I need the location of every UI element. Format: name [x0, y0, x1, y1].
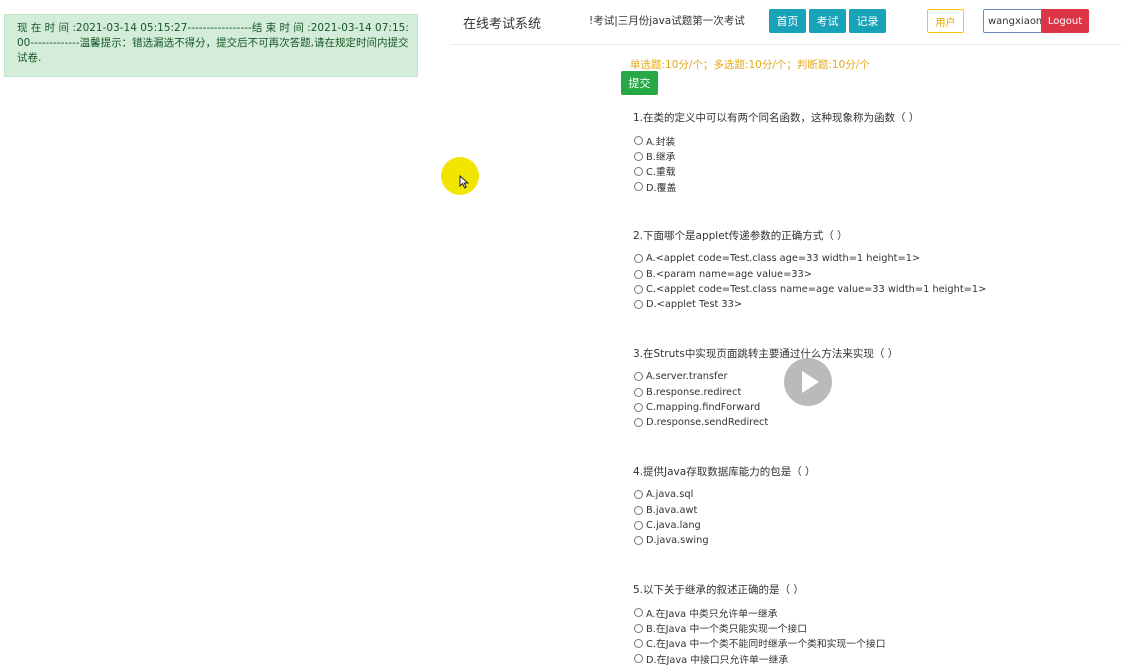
question-text: 3.在Struts中实现页面跳转主要通过什么方法来实现（ ） [633, 348, 899, 360]
option-d[interactable]: D.response.sendRedirect [633, 415, 1103, 430]
play-icon[interactable] [784, 358, 832, 406]
radio-button[interactable] [634, 136, 643, 146]
option-label: B.response.redirect [646, 386, 742, 398]
question-5: 5.以下关于继承的叙述正确的是（ ） A.在Java 中类只允许单一继承 B.在… [633, 583, 1103, 667]
option-c[interactable]: C.mapping.findForward [633, 400, 1103, 415]
option-label: A.在Java 中类只允许单一继承 [646, 608, 778, 620]
option-b[interactable]: B.在Java 中一个类只能实现一个接口 [633, 620, 1103, 635]
exam-title: !考试|三月份java试题第一次考试 [589, 15, 745, 27]
radio-button[interactable] [634, 520, 643, 530]
radio-button[interactable] [634, 490, 643, 500]
option-label: C.<applet code=Test.class name=age value… [646, 283, 987, 295]
option-c[interactable]: C.在Java 中一个类不能同时继承一个类和实现一个接口 [633, 636, 1103, 651]
radio-button[interactable] [634, 402, 643, 412]
question-1: 1.在类的定义中可以有两个同名函数，这种现象称为函数（ ） A.封装 B.继承 … [633, 111, 1103, 195]
option-label: D.java.swing [646, 535, 709, 547]
radio-button[interactable] [634, 166, 643, 176]
radio-button[interactable] [634, 638, 643, 648]
home-button[interactable]: 首页 [769, 9, 806, 33]
brand-title[interactable]: 在线考试系统 [463, 13, 541, 32]
submit-button[interactable]: 提交 [621, 71, 658, 95]
option-b[interactable]: B.<param name=age value=33> [633, 266, 1103, 281]
record-button[interactable]: 记录 [849, 9, 886, 33]
question-4: 4.提供Java存取数据库能力的包是（ ） A.java.sql B.java.… [633, 465, 1103, 549]
option-c[interactable]: C.java.lang [633, 518, 1103, 533]
option-label: D.覆盖 [646, 182, 677, 194]
user-button[interactable]: 用户 [927, 9, 964, 33]
option-label: A.server.transfer [646, 371, 728, 383]
radio-button[interactable] [634, 623, 643, 633]
option-label: D.<applet Test 33> [646, 299, 743, 311]
option-a[interactable]: A.<applet code=Test.class age=33 width=1… [633, 251, 1103, 266]
option-label: A.封装 [646, 136, 676, 148]
radio-button[interactable] [634, 418, 643, 428]
question-text: 2.下面哪个是applet传递参数的正确方式（ ） [633, 230, 848, 242]
option-d[interactable]: D.<applet Test 33> [633, 297, 1103, 312]
radio-button[interactable] [634, 284, 643, 294]
question-text: 4.提供Java存取数据库能力的包是（ ） [633, 466, 816, 478]
option-label: A.<applet code=Test.class age=33 width=1… [646, 253, 921, 265]
option-b[interactable]: B.继承 [633, 148, 1103, 163]
option-label: B.java.awt [646, 504, 698, 516]
option-label: B.在Java 中一个类只能实现一个接口 [646, 624, 808, 636]
radio-button[interactable] [634, 151, 643, 161]
option-c[interactable]: C.<applet code=Test.class name=age value… [633, 282, 1103, 297]
top-navbar: 在线考试系统 !考试|三月份java试题第一次考试 首页 考试 记录 用户 Lo… [450, 0, 1121, 45]
radio-button[interactable] [634, 254, 643, 264]
option-label: C.mapping.findForward [646, 401, 761, 413]
radio-button[interactable] [634, 372, 643, 382]
exam-page: 现 在 时 间 :2021-03-14 05:15:27------------… [0, 0, 1121, 668]
radio-button[interactable] [634, 387, 643, 397]
radio-button[interactable] [634, 536, 643, 546]
radio-button[interactable] [634, 505, 643, 515]
option-label: B.继承 [646, 152, 676, 164]
option-label: C.重载 [646, 167, 676, 179]
time-notice: 现 在 时 间 :2021-03-14 05:15:27------------… [4, 14, 418, 77]
option-a[interactable]: A.java.sql [633, 487, 1103, 502]
option-label: D.response.sendRedirect [646, 417, 769, 429]
option-d[interactable]: D.在Java 中接口只允许单一继承 [633, 651, 1103, 666]
radio-button[interactable] [634, 182, 643, 192]
logout-button[interactable]: Logout [1041, 9, 1089, 33]
radio-button[interactable] [634, 269, 643, 279]
option-a[interactable]: A.server.transfer [633, 369, 1103, 384]
option-label: A.java.sql [646, 489, 694, 501]
option-label: C.java.lang [646, 519, 701, 531]
option-d[interactable]: D.覆盖 [633, 179, 1103, 194]
score-info: 单选题:10分/个；多选题:10分/个；判断题:10分/个 [630, 59, 870, 71]
option-c[interactable]: C.重载 [633, 164, 1103, 179]
mouse-cursor-icon [459, 174, 470, 193]
option-d[interactable]: D.java.swing [633, 533, 1103, 548]
option-label: B.<param name=age value=33> [646, 268, 812, 280]
exam-button[interactable]: 考试 [809, 9, 846, 33]
radio-button[interactable] [634, 654, 643, 664]
option-b[interactable]: B.java.awt [633, 502, 1103, 517]
option-a[interactable]: A.在Java 中类只允许单一继承 [633, 605, 1103, 620]
radio-button[interactable] [634, 300, 643, 310]
option-label: D.在Java 中接口只允许单一继承 [646, 654, 789, 666]
question-2: 2.下面哪个是applet传递参数的正确方式（ ） A.<applet code… [633, 229, 1103, 313]
option-b[interactable]: B.response.redirect [633, 384, 1103, 399]
radio-button[interactable] [634, 608, 643, 618]
question-text: 5.以下关于继承的叙述正确的是（ ） [633, 584, 804, 596]
option-label: C.在Java 中一个类不能同时继承一个类和实现一个接口 [646, 639, 886, 651]
option-a[interactable]: A.封装 [633, 133, 1103, 148]
question-text: 1.在类的定义中可以有两个同名函数，这种现象称为函数（ ） [633, 112, 920, 124]
question-3: 3.在Struts中实现页面跳转主要通过什么方法来实现（ ） A.server.… [633, 347, 1103, 431]
